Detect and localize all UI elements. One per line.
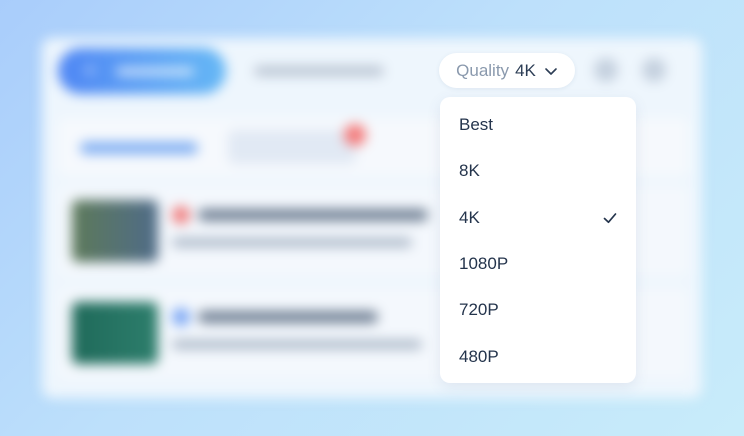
tab-finished[interactable] [228,130,356,164]
video-title [198,209,428,221]
quality-label: Quality [456,60,510,80]
chevron-down-icon [544,64,558,78]
video-meta [172,340,422,349]
quality-option-best[interactable]: Best [440,102,636,148]
quality-dropdown-menu: Best 8K 4K 1080P 720P 480P [440,97,636,383]
video-title [198,311,378,323]
paste-url-label [116,67,194,76]
video-thumbnail [72,302,158,364]
paste-url-button[interactable]: + [58,48,226,94]
site-icon [172,206,190,224]
quality-option-1080p[interactable]: 1080P [440,241,636,287]
quality-option-8k[interactable]: 8K [440,148,636,194]
plus-icon: + [84,60,96,82]
quality-option-label: 8K [459,161,480,181]
tab-badge [344,124,366,146]
quality-option-720p[interactable]: 720P [440,287,636,333]
quality-option-480p[interactable]: 480P [440,333,636,379]
quality-selector[interactable]: Quality 4K [439,53,575,88]
settings-icon[interactable] [594,58,618,82]
menu-icon[interactable] [642,58,666,82]
checkmark-icon [602,210,618,226]
video-thumbnail [72,200,158,262]
tab-downloading[interactable] [80,142,198,154]
site-icon [172,308,190,326]
quality-option-label: 720P [459,300,499,320]
video-meta [172,238,412,247]
quality-option-label: 480P [459,346,499,366]
quality-value: 4K [515,60,536,80]
quality-option-label: Best [459,115,494,135]
quality-option-label: 4K [459,207,480,227]
quality-option-4k[interactable]: 4K [440,195,636,241]
convert-option[interactable] [254,66,384,76]
quality-option-label: 1080P [459,254,509,274]
